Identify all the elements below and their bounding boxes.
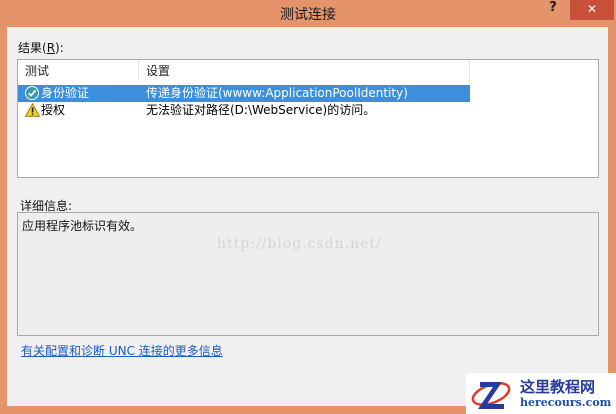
help-button[interactable]: ? bbox=[540, 0, 566, 20]
column-header-setting[interactable]: 设置 bbox=[139, 60, 470, 82]
dialog-body: 结果(R): 测试 设置 身份验证 传递身份验证(wwww:Applicatio… bbox=[7, 27, 608, 406]
title-bar: 测试连接 ? ✕ bbox=[0, 0, 616, 26]
more-info-link[interactable]: 有关配置和诊断 UNC 连接的更多信息 bbox=[21, 342, 223, 359]
details-box[interactable]: 应用程序池标识有效。 bbox=[17, 212, 599, 336]
result-test-name: 身份验证 bbox=[41, 86, 90, 100]
watermark-text: http://blog.csdn.net/ bbox=[217, 236, 382, 252]
result-setting: 传递身份验证(wwww:ApplicationPoolIdentity) bbox=[146, 86, 408, 100]
check-circle-icon bbox=[25, 86, 39, 100]
window-title: 测试连接 bbox=[280, 7, 336, 23]
result-row-authentication[interactable]: 身份验证 传递身份验证(wwww:ApplicationPoolIdentity… bbox=[18, 85, 470, 102]
logo-title: 这里教程网 bbox=[520, 378, 596, 396]
results-label: 结果(R): bbox=[18, 41, 64, 55]
site-logo: 这里教程网 herecours.com bbox=[466, 373, 616, 414]
close-button[interactable]: ✕ bbox=[570, 0, 614, 20]
logo-z-icon bbox=[471, 382, 511, 409]
logo-subtitle: herecours.com bbox=[520, 396, 612, 409]
result-row-authorization[interactable]: 授权 无法验证对路径(D:\WebService)的访问。 bbox=[18, 102, 470, 119]
column-header-test[interactable]: 测试 bbox=[18, 60, 139, 82]
result-test-name: 授权 bbox=[41, 103, 66, 117]
warning-icon bbox=[25, 103, 40, 117]
results-list[interactable]: 测试 设置 身份验证 传递身份验证(wwww:ApplicationPoolId… bbox=[17, 59, 599, 178]
result-setting: 无法验证对路径(D:\WebService)的访问。 bbox=[146, 103, 376, 117]
details-text: 应用程序池标识有效。 bbox=[22, 219, 143, 233]
